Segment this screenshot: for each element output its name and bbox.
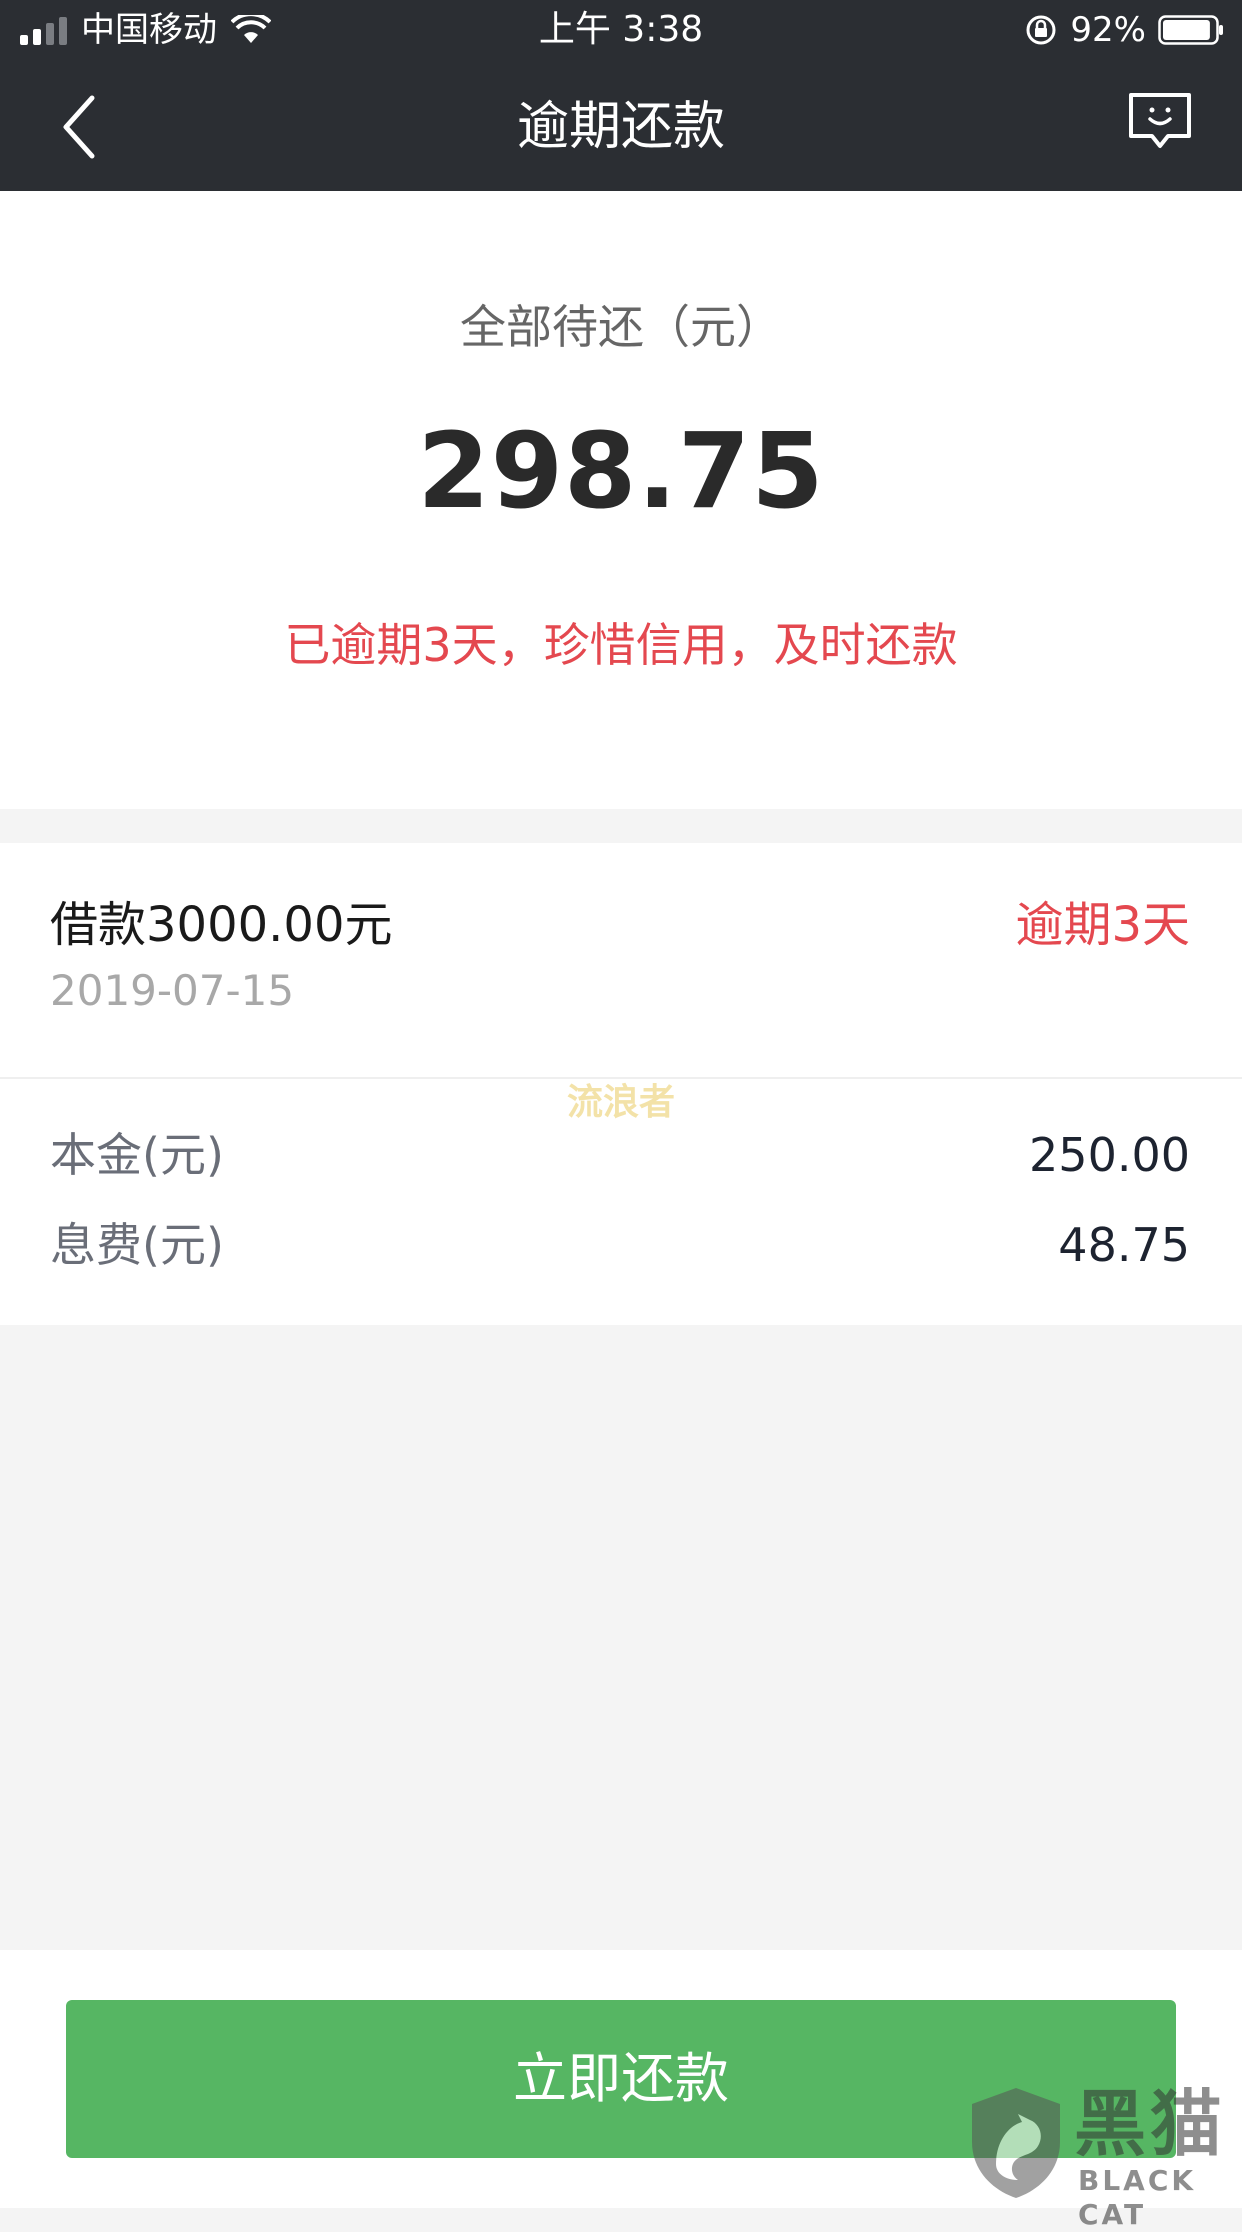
- status-right: 92%: [1024, 10, 1224, 50]
- total-due-label: 全部待还（元）: [460, 300, 782, 354]
- logo-cn-text: 黑猫: [1074, 2082, 1227, 2166]
- battery-icon: [1158, 15, 1223, 45]
- orientation-lock-icon: [1026, 15, 1056, 45]
- feedback-chat-icon: [1129, 93, 1191, 148]
- loan-amount-title: 借款3000.00元: [50, 897, 393, 953]
- interest-fee-label: 息费(元): [50, 1218, 224, 1272]
- loan-date: 2019-07-15: [50, 966, 295, 1015]
- top-bar: 中国移动 上午 3:38 92% 逾期还款: [0, 0, 1242, 191]
- watermark-text: 流浪者: [566, 1082, 675, 1123]
- interest-fee-value: 48.75: [1058, 1218, 1190, 1272]
- principal-value: 250.00: [1029, 1128, 1190, 1182]
- battery-percent: 92%: [1070, 10, 1146, 50]
- repayment-summary: 全部待还（元） 298.75 已逾期3天，珍惜信用，及时还款: [0, 191, 1242, 809]
- page-title: 逾期还款: [516, 97, 725, 157]
- logo-en-text: BLACK CAT: [1078, 2164, 1197, 2231]
- loan-detail-card: 借款3000.00元 2019-07-15 逾期3天 流浪者 本金(元) 250…: [0, 843, 1242, 1325]
- principal-label: 本金(元): [50, 1128, 224, 1182]
- overdue-warning: 已逾期3天，珍惜信用，及时还款: [284, 618, 958, 672]
- cat-shield-icon: [972, 2088, 1060, 2198]
- feedback-button[interactable]: [1128, 92, 1192, 152]
- status-bar: 中国移动 上午 3:38 92%: [0, 0, 1242, 62]
- black-cat-logo: 黑猫 BLACK CAT: [966, 2082, 1236, 2231]
- overdue-status-badge: 逾期3天: [1015, 897, 1190, 953]
- total-due-amount: 298.75: [417, 410, 825, 532]
- nav-bar: 逾期还款: [0, 62, 1242, 191]
